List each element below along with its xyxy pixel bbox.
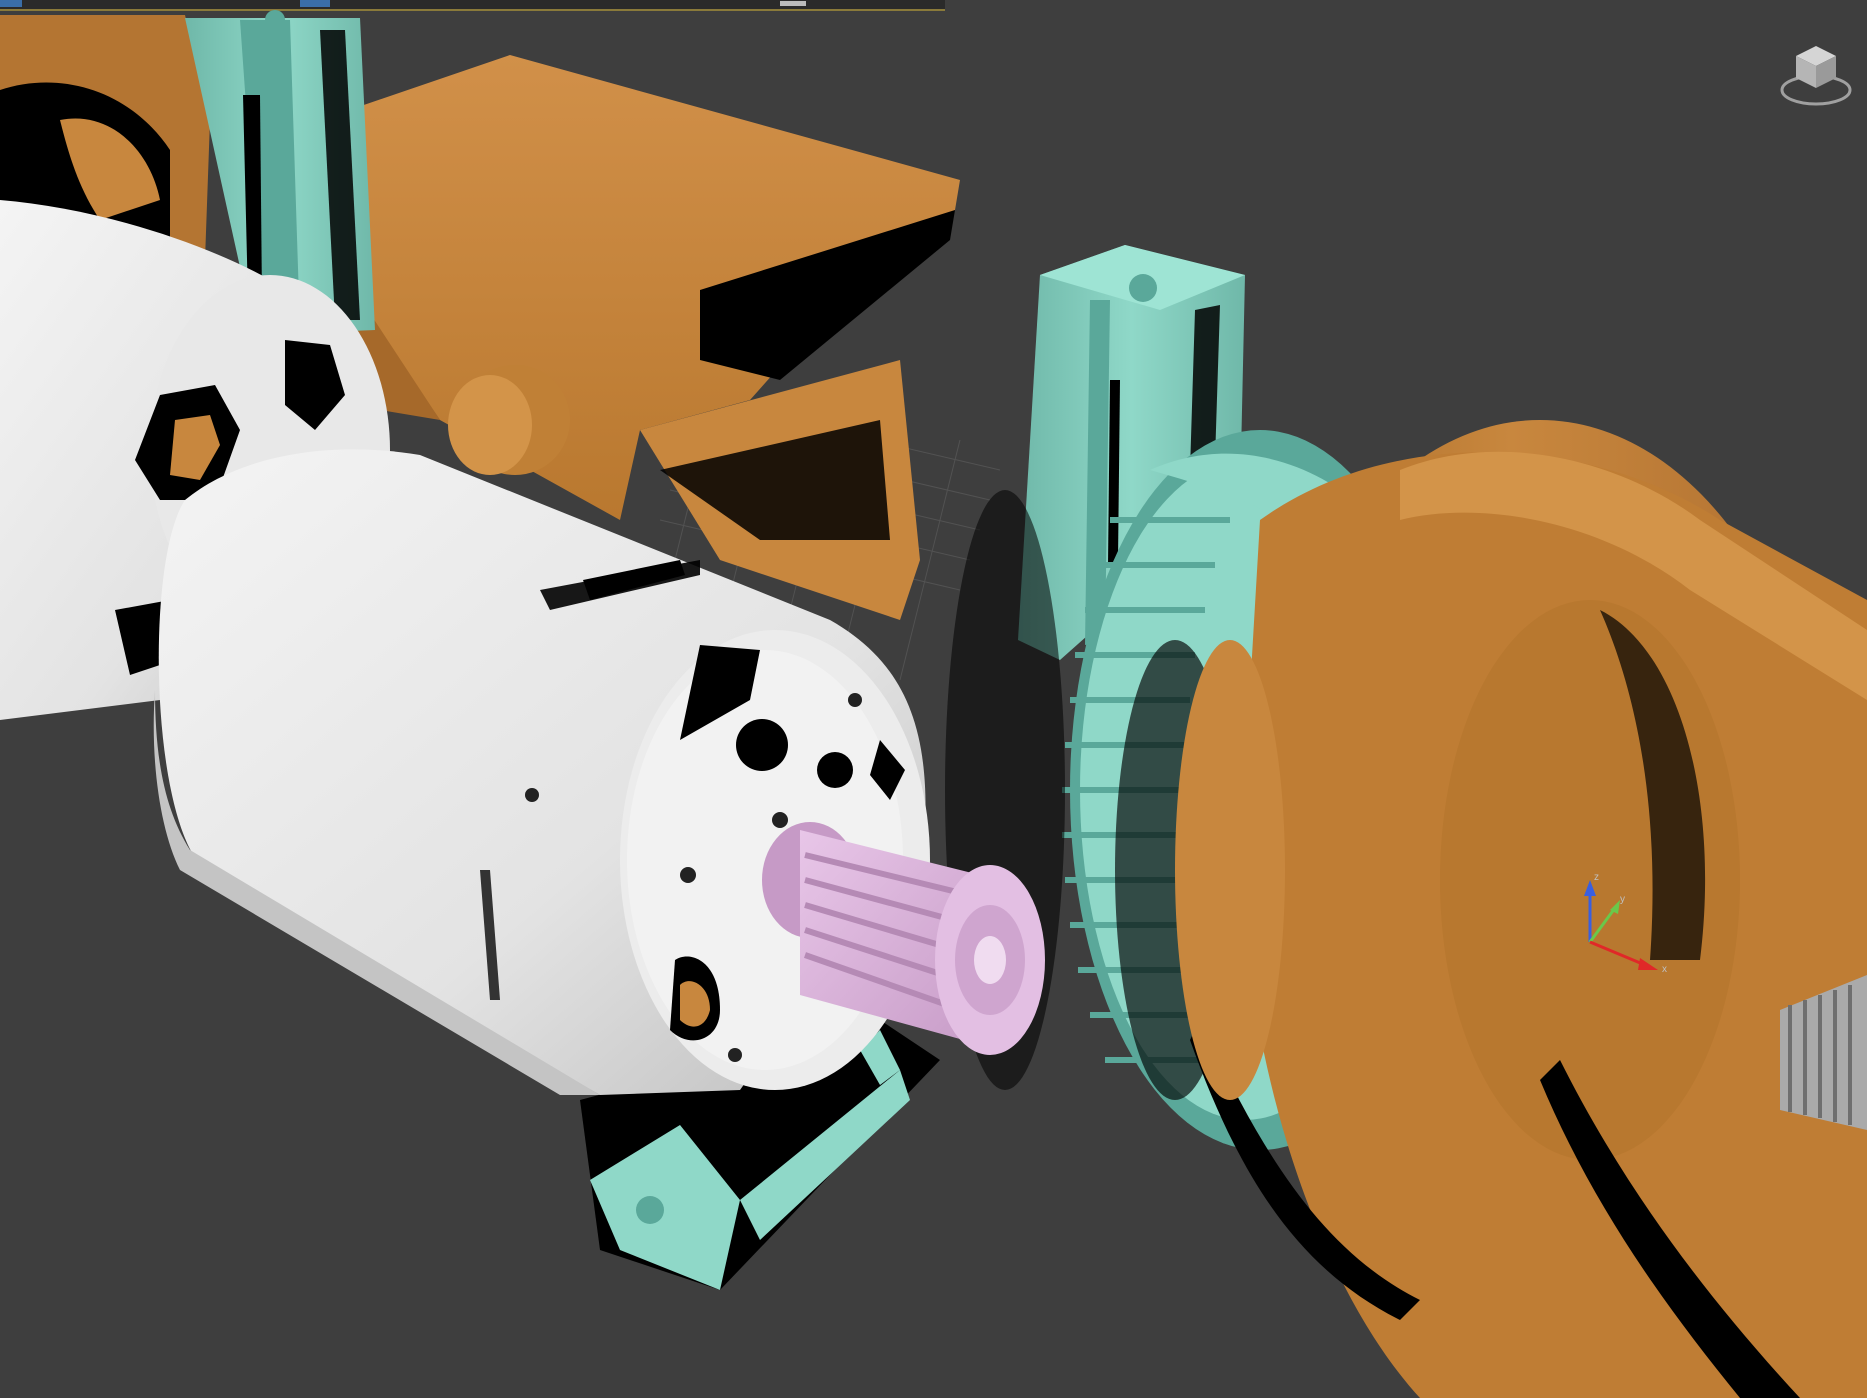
scene-render: z y x — [0, 10, 1867, 1398]
svg-text:x: x — [1662, 964, 1667, 975]
svg-text:z: z — [1594, 872, 1599, 883]
viewcube-icon[interactable] — [1778, 40, 1854, 110]
svg-text:y: y — [1620, 894, 1625, 905]
3d-viewport[interactable]: z y x — [0, 0, 1867, 1398]
